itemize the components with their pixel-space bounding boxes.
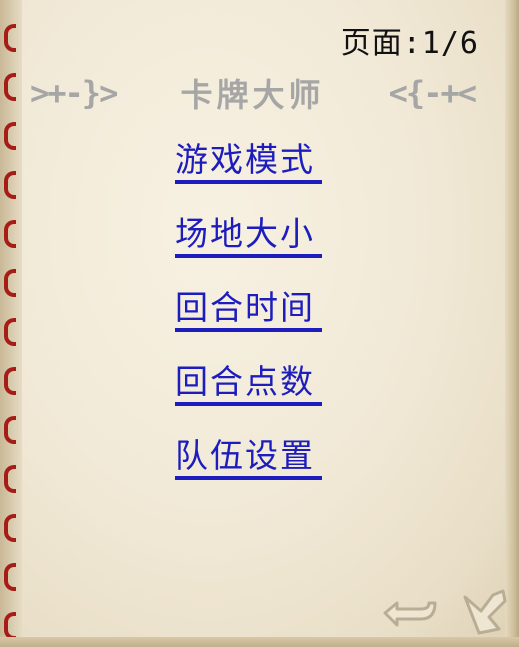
binding-ring <box>4 171 16 199</box>
binding-ring <box>4 367 16 395</box>
next-page-arrow-icon[interactable] <box>459 589 509 635</box>
title-text: 卡牌大师 <box>180 76 325 114</box>
binding-ring <box>4 612 16 640</box>
title-decoration-right: <{-+< <box>388 74 477 112</box>
binding-ring <box>4 563 16 591</box>
book-title: >+-}> 卡牌大师 <{-+< <box>30 70 477 116</box>
menu-link-turn-time[interactable]: 回合时间 <box>175 288 322 332</box>
binding-ring <box>4 73 16 101</box>
menu-link-field-size[interactable]: 场地大小 <box>175 214 322 258</box>
binding-ring <box>4 269 16 297</box>
binding-ring <box>4 220 16 248</box>
binding-ring <box>4 122 16 150</box>
binding-ring <box>4 465 16 493</box>
book-page: 页面:1/6 >+-}> 卡牌大师 <{-+< 游戏模式 场地大小 回合时间 回… <box>0 0 519 647</box>
menu-link-turn-points[interactable]: 回合点数 <box>175 362 322 406</box>
return-arrow-icon[interactable] <box>377 595 441 631</box>
settings-menu: 游戏模式 场地大小 回合时间 回合点数 队伍设置 <box>175 140 322 510</box>
page-indicator: 页面:1/6 <box>340 26 479 61</box>
binding-ring <box>4 514 16 542</box>
binding-ring <box>4 318 16 346</box>
page-edge <box>505 0 519 647</box>
menu-link-game-mode[interactable]: 游戏模式 <box>175 140 322 184</box>
title-decoration-left: >+-}> <box>30 74 118 112</box>
menu-link-team-settings[interactable]: 队伍设置 <box>175 436 322 480</box>
binding-ring <box>4 24 16 52</box>
page-edge-bottom <box>0 637 519 647</box>
binding-ring <box>4 416 16 444</box>
